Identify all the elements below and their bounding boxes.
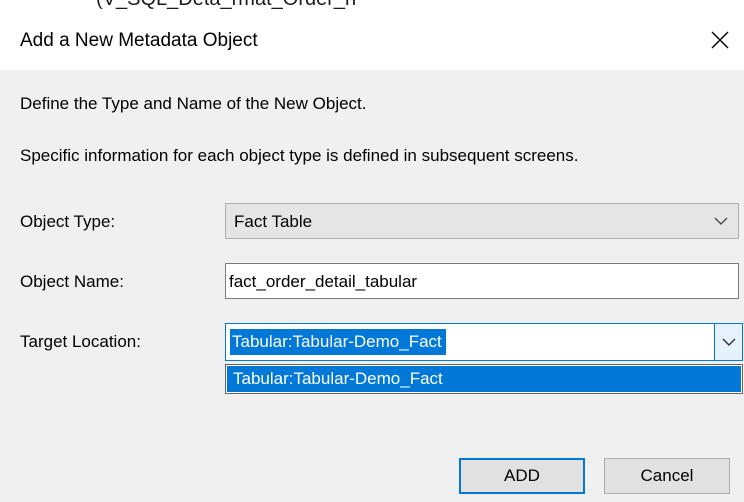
object-type-select[interactable]: Fact Table — [225, 203, 739, 239]
chevron-down-icon — [722, 338, 736, 346]
add-button[interactable]: ADD — [459, 458, 585, 494]
intro-text-line-2: Specific information for each object typ… — [20, 146, 579, 165]
dialog-titlebar: Add a New Metadata Object — [0, 14, 744, 70]
dialog-title: Add a New Metadata Object — [20, 30, 258, 51]
add-metadata-object-dialog: Add a New Metadata Object Define the Typ… — [0, 14, 744, 502]
object-name-value: fact_order_detail_tabular — [229, 272, 418, 291]
target-location-label: Target Location: — [20, 332, 141, 351]
target-location-dropdown-list: Tabular:Tabular-Demo_Fact — [225, 364, 743, 394]
cancel-button[interactable]: Cancel — [604, 458, 730, 494]
object-type-label: Object Type: — [20, 212, 116, 231]
dropdown-option[interactable]: Tabular:Tabular-Demo_Fact — [227, 366, 741, 392]
intro-text-line-1: Define the Type and Name of the New Obje… — [20, 94, 367, 113]
target-location-value[interactable]: Tabular:Tabular-Demo_Fact — [230, 329, 446, 355]
background-window-text: (V_SQL_Deta_rmat_Order_n — [96, 0, 356, 11]
object-name-input[interactable]: fact_order_detail_tabular — [225, 263, 739, 299]
object-type-value: Fact Table — [234, 212, 313, 231]
close-button[interactable] — [696, 20, 744, 64]
background-window-strip: (V_SQL_Deta_rmat_Order_n — [0, 0, 744, 14]
target-location-combobox[interactable]: Tabular:Tabular-Demo_Fact — [225, 323, 743, 361]
object-name-label: Object Name: — [20, 272, 124, 291]
chevron-down-icon — [714, 217, 728, 225]
target-location-dropdown-button[interactable] — [714, 324, 742, 360]
close-icon — [711, 31, 729, 49]
